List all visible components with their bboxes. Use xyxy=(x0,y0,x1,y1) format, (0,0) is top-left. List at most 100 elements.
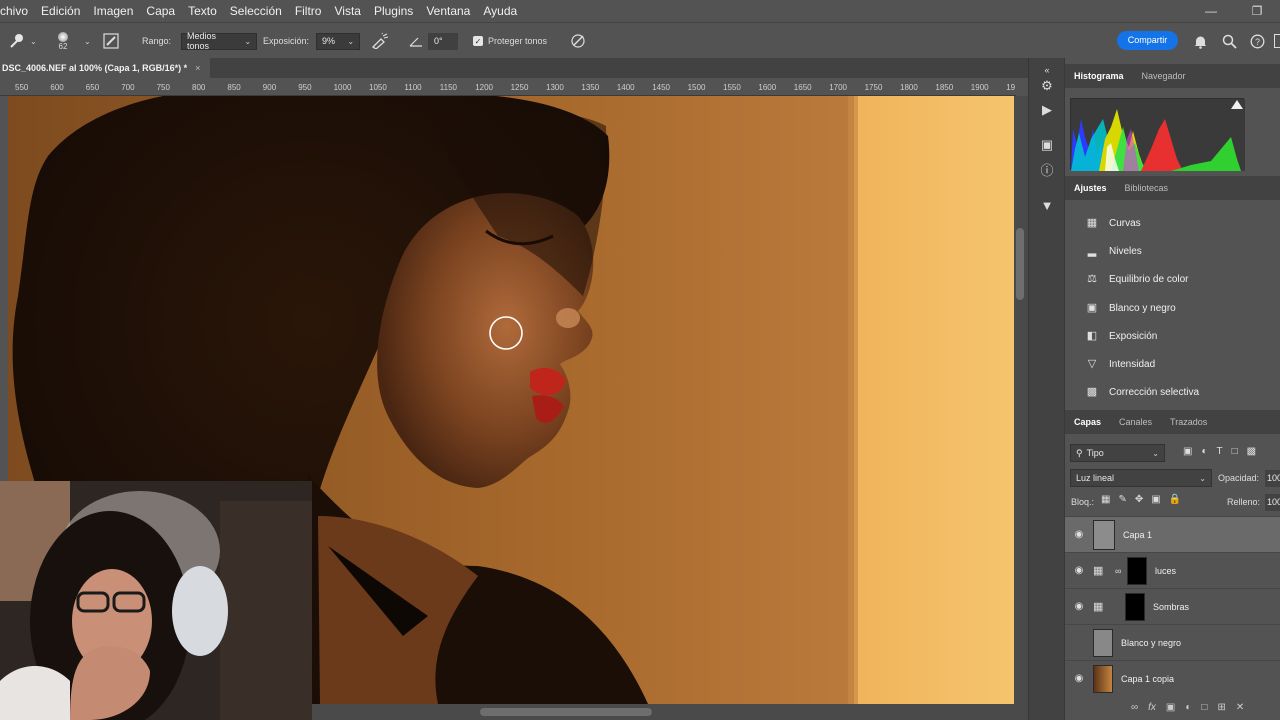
vertical-scroll-thumb[interactable] xyxy=(1016,228,1024,300)
history-icon[interactable]: ⚙ xyxy=(1039,78,1055,94)
layer-name[interactable]: luces xyxy=(1155,566,1176,576)
image-filter-icon[interactable]: ▣ xyxy=(1183,446,1192,457)
brush-chevron[interactable]: ⌄ xyxy=(80,23,91,59)
delete-layer-icon[interactable]: ✕ xyxy=(1236,702,1244,713)
brush-size-picker[interactable]: 62 xyxy=(58,23,68,59)
layer-row[interactable]: ◉ Capa 1 copia xyxy=(1065,660,1280,696)
layer-thumbnail xyxy=(1093,628,1113,657)
layer-row[interactable]: ◉ Capa 1 xyxy=(1065,516,1280,552)
play-icon[interactable]: ▶ xyxy=(1039,102,1055,118)
help-button[interactable]: ? xyxy=(1250,23,1265,59)
menu-layer[interactable]: Capa xyxy=(139,4,181,18)
lock-all-icon[interactable]: 🔒 xyxy=(1169,494,1181,505)
angle-input[interactable]: 0° xyxy=(428,32,458,50)
eye-icon[interactable]: ◉ xyxy=(1065,673,1093,684)
vertical-scrollbar[interactable] xyxy=(1014,96,1028,704)
range-select[interactable]: Medios tonos ⌄ xyxy=(181,31,258,51)
new-layer-icon[interactable]: ⊞ xyxy=(1217,702,1225,713)
collapse-icon[interactable]: « xyxy=(1039,62,1055,78)
menu-help[interactable]: Ayuda xyxy=(476,4,523,18)
tab-paths[interactable]: Trazados xyxy=(1161,417,1216,427)
adjustment-levels[interactable]: ▂ Niveles xyxy=(1083,240,1142,262)
search-button[interactable] xyxy=(1222,23,1237,59)
layer-name[interactable]: Capa 1 xyxy=(1123,530,1152,540)
type-filter-icon[interactable]: T xyxy=(1217,446,1223,457)
new-adjustment-icon[interactable]: ◐ xyxy=(1185,702,1191,713)
shape-filter-icon[interactable]: □ xyxy=(1232,446,1238,457)
tab-navigator[interactable]: Navegador xyxy=(1133,71,1195,81)
eye-icon[interactable]: ◉ xyxy=(1065,565,1093,576)
blend-mode-select[interactable]: Luz lineal ⌄ xyxy=(1070,469,1212,487)
menu-file[interactable]: chivo xyxy=(0,4,34,18)
ruler-tick-label: 1500 xyxy=(687,83,706,92)
layer-name[interactable]: Sombras xyxy=(1153,602,1189,612)
link-layers-icon[interactable]: ∞ xyxy=(1131,702,1138,713)
notifications-button[interactable] xyxy=(1193,23,1208,59)
adjustment-filter-icon[interactable]: ◐ xyxy=(1201,446,1207,457)
horizontal-scroll-thumb[interactable] xyxy=(480,708,652,716)
hidden-eye-icon[interactable]: □ xyxy=(1065,637,1093,648)
stamp-icon[interactable]: ▼ xyxy=(1039,198,1055,214)
menu-select[interactable]: Selección xyxy=(223,4,288,18)
adjustment-color-balance[interactable]: ⚖ Equilibrio de color xyxy=(1083,268,1188,290)
restore-icon[interactable]: ❐ xyxy=(1234,0,1280,22)
tool-preset-picker[interactable]: ⌄ xyxy=(8,23,37,59)
menu-window[interactable]: Ventana xyxy=(419,4,476,18)
horizontal-ruler[interactable]: 550 600 650 700 750 800 850 900 950 1000 1050 1100 1… xyxy=(0,80,1016,96)
menu-filter[interactable]: Filtro xyxy=(288,4,328,18)
right-panels: Histograma Navegador Ajustes Bibliotecas… xyxy=(1064,58,1280,720)
info-icon[interactable]: ⓘ xyxy=(1039,163,1055,179)
layer-filter-select[interactable]: ⚲ Tipo ⌄ xyxy=(1070,444,1165,462)
link-icon[interactable]: ∞ xyxy=(1115,566,1125,576)
smart-filter-icon[interactable]: ▩ xyxy=(1247,446,1256,457)
tab-libraries[interactable]: Bibliotecas xyxy=(1116,183,1178,193)
brush-settings-button[interactable] xyxy=(103,23,119,59)
airbrush-button[interactable] xyxy=(371,23,389,59)
lock-pixels-icon[interactable]: ✎ xyxy=(1118,494,1126,505)
adjustment-curves[interactable]: ▦ Curvas xyxy=(1083,212,1141,234)
exposure-group: Exposición: 9% ⌄ xyxy=(263,23,361,59)
opacity-input[interactable]: 100 xyxy=(1265,470,1280,487)
menu-plugins[interactable]: Plugins xyxy=(367,4,419,18)
menu-type[interactable]: Texto xyxy=(181,4,223,18)
horizontal-scrollbar[interactable] xyxy=(312,704,1028,720)
lock-artboard-icon[interactable]: ▣ xyxy=(1151,494,1160,505)
ruler-tick-label: 1700 xyxy=(829,83,847,92)
adjustment-exposure[interactable]: ◧ Exposición xyxy=(1083,325,1158,347)
menu-image[interactable]: Imagen xyxy=(86,4,139,18)
layer-row[interactable]: ◉ ▦ Sombras xyxy=(1065,588,1280,624)
lock-transparency-icon[interactable]: ▦ xyxy=(1101,494,1110,505)
layer-name[interactable]: Capa 1 copia xyxy=(1121,674,1174,684)
pressure-button[interactable] xyxy=(570,23,586,59)
adjustment-black-white[interactable]: ▣ Blanco y negro xyxy=(1083,297,1176,319)
protect-tones-checkbox[interactable]: ✓ Proteger tonos xyxy=(473,23,547,59)
menu-view[interactable]: Vista xyxy=(327,4,366,18)
fx-icon[interactable]: fx xyxy=(1148,702,1156,713)
adjustment-selective-color[interactable]: ▩ Corrección selectiva xyxy=(1083,381,1199,403)
lock-position-icon[interactable]: ✥ xyxy=(1135,494,1143,505)
share-button[interactable]: Compartir xyxy=(1117,31,1178,50)
fill-label: Relleno: xyxy=(1227,497,1261,507)
layer-mask-thumbnail[interactable] xyxy=(1125,592,1145,621)
eye-icon[interactable]: ◉ xyxy=(1065,529,1093,540)
layer-name[interactable]: Blanco y negro xyxy=(1121,638,1181,648)
exposure-input[interactable]: 9% ⌄ xyxy=(316,32,361,50)
layer-row[interactable]: ◉ ▦ ∞ luces xyxy=(1065,552,1280,588)
add-mask-icon[interactable]: ▣ xyxy=(1166,702,1175,713)
new-group-icon[interactable]: □ xyxy=(1201,702,1207,713)
document-tab[interactable]: DSC_4006.NEF al 100% (Capa 1, RGB/16*) *… xyxy=(0,58,211,78)
tab-layers[interactable]: Capas xyxy=(1065,417,1110,427)
eye-icon[interactable]: ◉ xyxy=(1065,601,1093,612)
tab-adjustments[interactable]: Ajustes xyxy=(1065,183,1116,193)
image-panel-icon[interactable]: ▣ xyxy=(1039,137,1055,153)
tab-channels[interactable]: Canales xyxy=(1110,417,1161,427)
tab-histogram[interactable]: Histograma xyxy=(1065,71,1133,81)
adjustment-vibrance[interactable]: ▽ Intensidad xyxy=(1083,353,1155,375)
minimize-icon[interactable]: — xyxy=(1188,0,1234,22)
layer-row[interactable]: □ Blanco y negro xyxy=(1065,624,1280,660)
close-tab-icon[interactable]: × xyxy=(195,58,200,78)
menu-edit[interactable]: Edición xyxy=(34,4,86,18)
workspace-button[interactable] xyxy=(1274,23,1280,59)
fill-input[interactable]: 100 xyxy=(1265,494,1280,511)
layer-mask-thumbnail[interactable] xyxy=(1127,556,1147,585)
